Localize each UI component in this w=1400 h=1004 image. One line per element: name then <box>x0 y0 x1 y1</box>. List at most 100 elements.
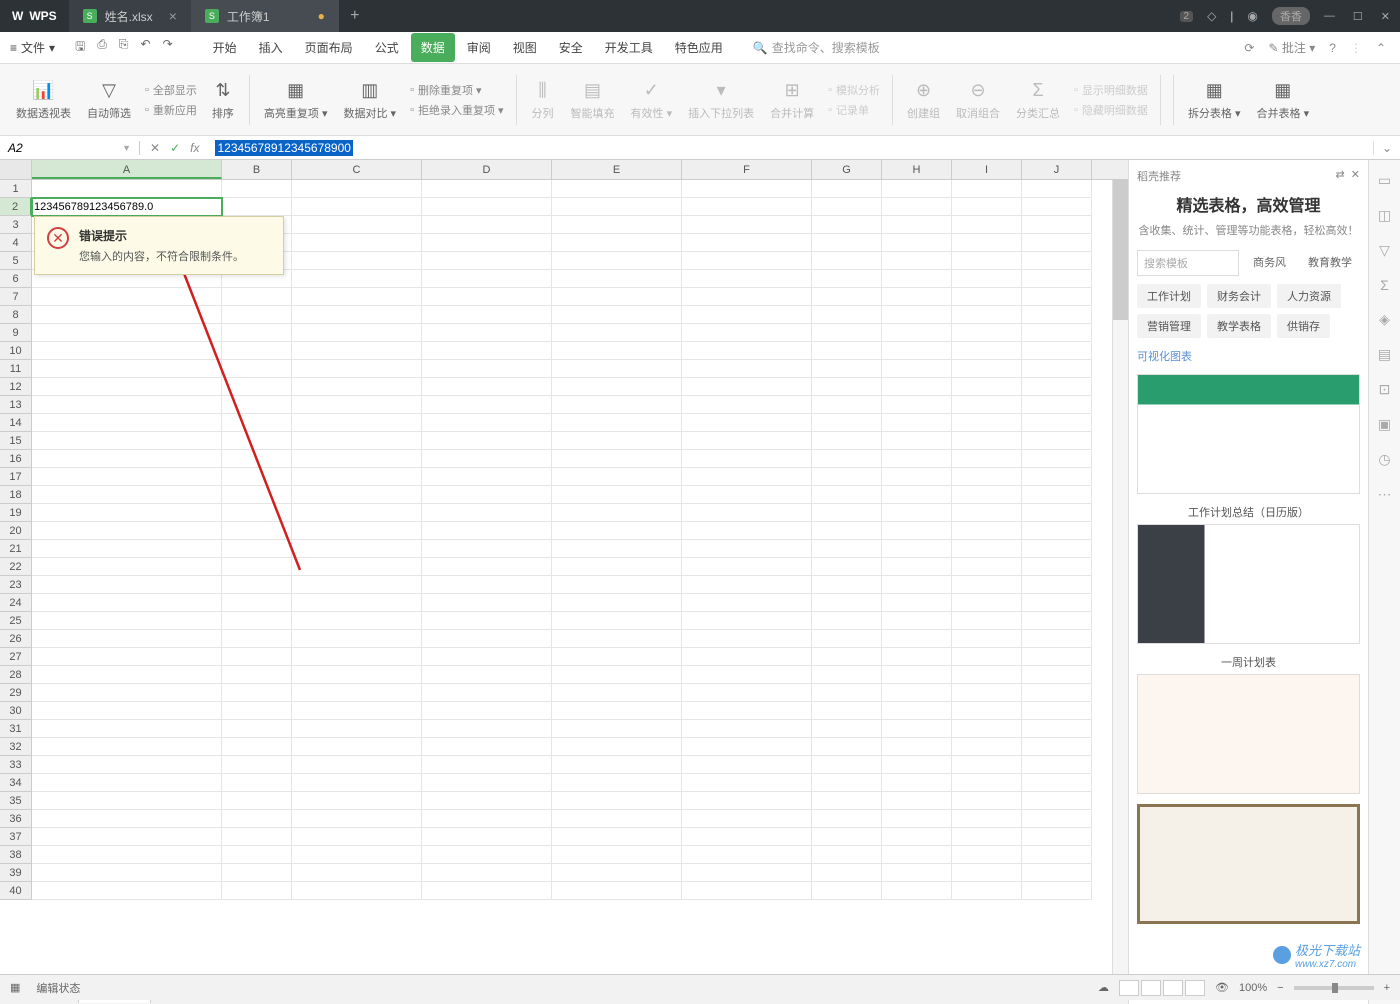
cell[interactable] <box>812 666 882 684</box>
cell[interactable] <box>882 828 952 846</box>
cell[interactable] <box>882 504 952 522</box>
cell[interactable] <box>552 612 682 630</box>
expand-formula-bar-icon[interactable]: ⌄ <box>1373 141 1400 155</box>
cell[interactable] <box>812 594 882 612</box>
cell[interactable] <box>292 810 422 828</box>
vertical-scrollbar[interactable] <box>1112 180 1128 978</box>
user-name[interactable]: 香香 <box>1272 7 1310 25</box>
cell[interactable] <box>1022 270 1092 288</box>
row-header[interactable]: 10 <box>0 342 32 360</box>
template-search[interactable]: 搜索模板 <box>1137 250 1239 276</box>
cell[interactable] <box>1022 216 1092 234</box>
cell[interactable] <box>32 468 222 486</box>
menu-tab-插入[interactable]: 插入 <box>249 33 293 62</box>
cell[interactable] <box>812 486 882 504</box>
cell[interactable] <box>222 720 292 738</box>
cell[interactable] <box>292 306 422 324</box>
cell[interactable] <box>882 360 952 378</box>
cell[interactable] <box>552 630 682 648</box>
cell[interactable] <box>882 684 952 702</box>
cell[interactable] <box>552 738 682 756</box>
cell[interactable] <box>292 234 422 252</box>
cell[interactable] <box>552 882 682 900</box>
cell[interactable] <box>422 576 552 594</box>
cell[interactable] <box>812 702 882 720</box>
cell[interactable] <box>292 450 422 468</box>
cell[interactable] <box>422 684 552 702</box>
row-header[interactable]: 4 <box>0 234 32 252</box>
cell[interactable] <box>292 864 422 882</box>
cell[interactable] <box>952 198 1022 216</box>
cell[interactable] <box>882 306 952 324</box>
cell[interactable] <box>422 774 552 792</box>
cell[interactable] <box>682 540 812 558</box>
cell[interactable] <box>222 450 292 468</box>
cell[interactable] <box>222 648 292 666</box>
cell[interactable] <box>952 288 1022 306</box>
cell[interactable] <box>682 306 812 324</box>
file-menu[interactable]: ≡ 文件 ▾ <box>0 39 65 56</box>
cell[interactable] <box>1022 468 1092 486</box>
cell[interactable] <box>552 648 682 666</box>
cell[interactable] <box>812 306 882 324</box>
cell[interactable] <box>552 666 682 684</box>
cloud-icon[interactable]: ☁ <box>1098 981 1109 994</box>
category-tag[interactable]: 财务会计 <box>1207 284 1271 308</box>
cell[interactable] <box>222 702 292 720</box>
cell[interactable] <box>552 306 682 324</box>
cell[interactable] <box>552 540 682 558</box>
protect-icon[interactable]: ⊡ <box>1379 381 1391 398</box>
row-header[interactable]: 6 <box>0 270 32 288</box>
cell[interactable] <box>1022 486 1092 504</box>
menu-tab-开发工具[interactable]: 开发工具 <box>595 33 663 62</box>
template-thumbnail[interactable] <box>1137 804 1360 924</box>
cell[interactable] <box>292 198 422 216</box>
cell[interactable] <box>552 252 682 270</box>
cell[interactable] <box>32 612 222 630</box>
cell[interactable] <box>292 270 422 288</box>
cell[interactable] <box>682 360 812 378</box>
row-header[interactable]: 26 <box>0 630 32 648</box>
cell[interactable] <box>422 486 552 504</box>
ribbon-button[interactable]: ⇅排序 <box>203 75 243 125</box>
cell[interactable] <box>682 378 812 396</box>
category-tag[interactable]: 教学表格 <box>1207 314 1271 338</box>
cell[interactable] <box>1022 432 1092 450</box>
cell[interactable] <box>292 612 422 630</box>
cell[interactable] <box>222 540 292 558</box>
cell[interactable] <box>32 414 222 432</box>
ribbon-item[interactable]: ▫ 重新应用 <box>145 102 197 118</box>
cell[interactable] <box>292 576 422 594</box>
fullscreen-view-icon[interactable] <box>1185 980 1205 996</box>
cell[interactable] <box>952 846 1022 864</box>
cell[interactable] <box>552 216 682 234</box>
cell[interactable] <box>952 792 1022 810</box>
charts-link[interactable]: 可视化图表 <box>1137 348 1360 364</box>
cell[interactable] <box>422 234 552 252</box>
cell[interactable] <box>32 432 222 450</box>
cell[interactable] <box>952 738 1022 756</box>
cell[interactable] <box>32 684 222 702</box>
cell[interactable] <box>812 792 882 810</box>
row-header[interactable]: 30 <box>0 702 32 720</box>
cell[interactable] <box>952 756 1022 774</box>
column-header[interactable]: E <box>552 160 682 179</box>
cell[interactable] <box>222 288 292 306</box>
new-tab-button[interactable]: + <box>339 7 371 25</box>
row-header[interactable]: 1 <box>0 180 32 198</box>
cell[interactable] <box>422 738 552 756</box>
cell[interactable] <box>222 738 292 756</box>
cell[interactable] <box>952 630 1022 648</box>
cell[interactable] <box>1022 306 1092 324</box>
cell[interactable] <box>882 630 952 648</box>
cell[interactable] <box>422 270 552 288</box>
cell[interactable] <box>292 486 422 504</box>
ribbon-button[interactable]: ▥数据对比 ▾ <box>335 75 404 125</box>
cell[interactable] <box>222 594 292 612</box>
select-icon[interactable]: ▭ <box>1378 172 1391 189</box>
cell[interactable] <box>422 396 552 414</box>
eye-icon[interactable]: 👁 <box>1215 981 1229 994</box>
row-header[interactable]: 18 <box>0 486 32 504</box>
cell[interactable] <box>1022 558 1092 576</box>
cell[interactable] <box>32 882 222 900</box>
